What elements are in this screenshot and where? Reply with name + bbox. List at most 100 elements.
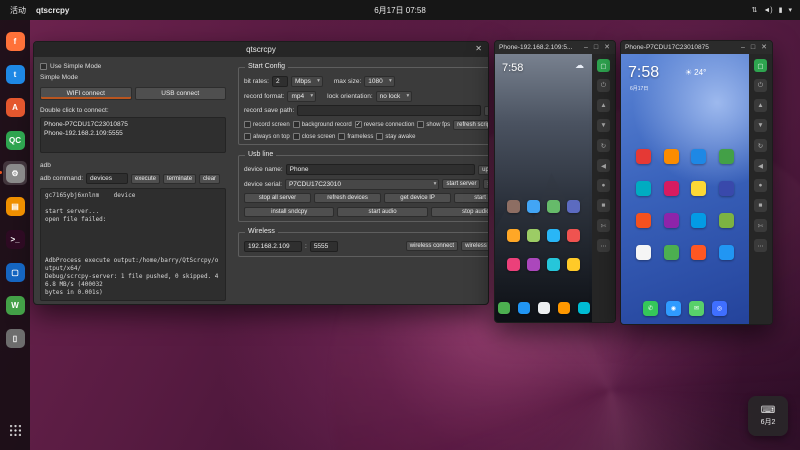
app-icon[interactable] bbox=[663, 245, 679, 260]
qtscrcpy-icon[interactable]: QC bbox=[3, 128, 27, 152]
app-icon[interactable] bbox=[507, 200, 521, 213]
expand-icon[interactable]: ▢ bbox=[597, 59, 610, 72]
start-adbd-button[interactable]: start adbd bbox=[454, 193, 488, 203]
window-titlebar[interactable]: Phone-P7CDU17C23010875 – □ ✕ bbox=[621, 41, 772, 54]
app-icon[interactable] bbox=[718, 181, 734, 196]
chevron-down-icon[interactable]: ▾ bbox=[788, 6, 792, 14]
volume-up-icon[interactable]: ▲ bbox=[597, 99, 610, 112]
recents-icon[interactable]: ■ bbox=[597, 199, 610, 212]
close-button[interactable]: ✕ bbox=[760, 41, 768, 54]
record-save-path-input[interactable] bbox=[297, 105, 482, 116]
config-checkbox[interactable]: always on top bbox=[244, 133, 290, 140]
config-checkbox[interactable]: background record bbox=[292, 121, 352, 128]
app-icon[interactable] bbox=[566, 200, 580, 213]
back-icon[interactable]: ◀ bbox=[597, 159, 610, 172]
config-checkbox[interactable]: close screen bbox=[292, 133, 335, 140]
app-icon[interactable] bbox=[718, 213, 734, 228]
close-button[interactable]: ✕ bbox=[475, 44, 482, 53]
expand-icon[interactable]: ▢ bbox=[754, 59, 767, 72]
stop-all-server-button[interactable]: stop all server bbox=[244, 193, 312, 203]
app-icon[interactable] bbox=[691, 181, 707, 196]
activities-button[interactable]: 活动 bbox=[10, 5, 26, 16]
back-icon[interactable]: ◀ bbox=[754, 159, 767, 172]
execute-button[interactable]: execute bbox=[131, 173, 161, 184]
wireless-connect-button[interactable]: wireless connect bbox=[405, 241, 459, 251]
firefox-icon[interactable]: f bbox=[3, 29, 27, 53]
maximize-button[interactable]: □ bbox=[750, 41, 756, 54]
lock-orientation-select[interactable]: no lock bbox=[375, 90, 413, 102]
app-icon[interactable] bbox=[636, 213, 652, 228]
wireless-ip-input[interactable] bbox=[244, 240, 302, 252]
power-icon[interactable]: ⏻ bbox=[597, 79, 610, 92]
power-icon[interactable]: ⏻ bbox=[754, 79, 767, 92]
phone1-screen[interactable]: 7:58 ☁ bbox=[495, 54, 592, 322]
wps-icon[interactable]: W bbox=[3, 293, 27, 317]
volume-icon[interactable]: ◄) bbox=[763, 7, 772, 14]
app-icon[interactable] bbox=[691, 213, 707, 228]
dock-app-icon[interactable] bbox=[557, 302, 570, 314]
app-icon[interactable] bbox=[718, 149, 734, 164]
start-server-button[interactable]: start server bbox=[442, 179, 481, 189]
bit-rate-unit-select[interactable]: Mbps bbox=[290, 76, 323, 87]
show-applications-icon[interactable] bbox=[3, 418, 27, 442]
app-icon[interactable] bbox=[546, 229, 560, 242]
network-icon[interactable]: ⇅ bbox=[751, 6, 757, 14]
usb-connect-button[interactable]: USB connect bbox=[134, 87, 226, 100]
volume-down-icon[interactable]: ▼ bbox=[597, 119, 610, 132]
battery-icon[interactable]: ▮ bbox=[779, 6, 783, 14]
volume-down-icon[interactable]: ▼ bbox=[754, 119, 767, 132]
trash-icon[interactable]: ▯ bbox=[3, 326, 27, 350]
adb-console[interactable]: gc7165ybj6xnlnm device start server... ope… bbox=[40, 188, 226, 301]
more-icon[interactable]: ⋯ bbox=[597, 239, 610, 252]
app-icon[interactable] bbox=[691, 149, 707, 164]
dock-app-icon[interactable] bbox=[497, 302, 510, 314]
libreoffice-icon[interactable]: ▢ bbox=[3, 260, 27, 284]
minimize-button[interactable]: – bbox=[583, 41, 589, 54]
config-checkbox[interactable]: frameless bbox=[338, 133, 373, 140]
app-icon[interactable] bbox=[527, 229, 541, 242]
screenshot-icon[interactable]: ✄ bbox=[597, 219, 610, 232]
adb-command-input[interactable] bbox=[86, 173, 128, 184]
settings-gear-icon[interactable]: ⚙ bbox=[0, 161, 27, 185]
device-list-item[interactable]: Phone-P7CDU17C23010875 bbox=[44, 120, 222, 129]
app-icon[interactable] bbox=[663, 149, 679, 164]
dock-app-icon[interactable]: ✆ bbox=[643, 301, 658, 316]
app-icon[interactable] bbox=[663, 181, 679, 196]
home-icon[interactable]: ● bbox=[597, 179, 610, 192]
install-sndcpy-button[interactable]: install sndcpy bbox=[244, 206, 335, 217]
dock-app-icon[interactable] bbox=[537, 302, 550, 314]
device-name-input[interactable] bbox=[285, 164, 476, 175]
system-tray[interactable]: ⇅ ◄) ▮ ▾ bbox=[751, 6, 800, 15]
app-icon[interactable] bbox=[636, 181, 652, 196]
app-icon[interactable] bbox=[527, 258, 541, 271]
terminal-icon[interactable]: >_ bbox=[3, 227, 27, 251]
focused-app-name[interactable]: qtscrcpy bbox=[36, 6, 69, 15]
screenshot-icon[interactable]: ✄ bbox=[754, 219, 767, 232]
dock-app-icon[interactable] bbox=[517, 302, 530, 314]
record-format-select[interactable]: mp4 bbox=[287, 90, 317, 102]
app-icon[interactable] bbox=[718, 245, 734, 260]
window-titlebar[interactable]: Phone-192.168.2.109:5... – □ ✕ bbox=[495, 41, 615, 54]
maximize-button[interactable]: □ bbox=[593, 41, 599, 54]
device-serial-select[interactable]: P7CDU17C23010 bbox=[284, 178, 440, 190]
start-audio-button[interactable]: start audio bbox=[337, 206, 428, 217]
wireless-port-input[interactable] bbox=[309, 240, 338, 252]
app-icon[interactable] bbox=[546, 258, 560, 271]
terminate-button[interactable]: terminate bbox=[163, 173, 197, 184]
rotate-icon[interactable]: ↻ bbox=[754, 139, 767, 152]
bit-rates-input[interactable] bbox=[271, 76, 288, 87]
stop-server-button[interactable]: stop server bbox=[483, 179, 488, 189]
select-path-button[interactable]: select path bbox=[484, 105, 488, 116]
phone2-screen[interactable]: 7:58 ☀ 24° 6月17日 ✆ ◉ ✉ ◎ bbox=[621, 54, 749, 324]
app-icon[interactable] bbox=[507, 229, 521, 242]
stop-audio-button[interactable]: stop audio bbox=[430, 206, 488, 217]
config-checkbox[interactable]: stay awake bbox=[376, 133, 415, 140]
window-titlebar[interactable]: qtscrcpy ✕ bbox=[34, 42, 488, 57]
clear-button[interactable]: clear bbox=[199, 173, 221, 184]
max-size-select[interactable]: 1080 bbox=[364, 76, 395, 87]
dock-app-icon[interactable]: ◎ bbox=[712, 301, 727, 316]
dock-app-icon[interactable] bbox=[577, 302, 590, 314]
app-icon[interactable] bbox=[636, 245, 652, 260]
home-icon[interactable]: ● bbox=[754, 179, 767, 192]
config-checkbox[interactable]: show fps bbox=[417, 121, 450, 128]
